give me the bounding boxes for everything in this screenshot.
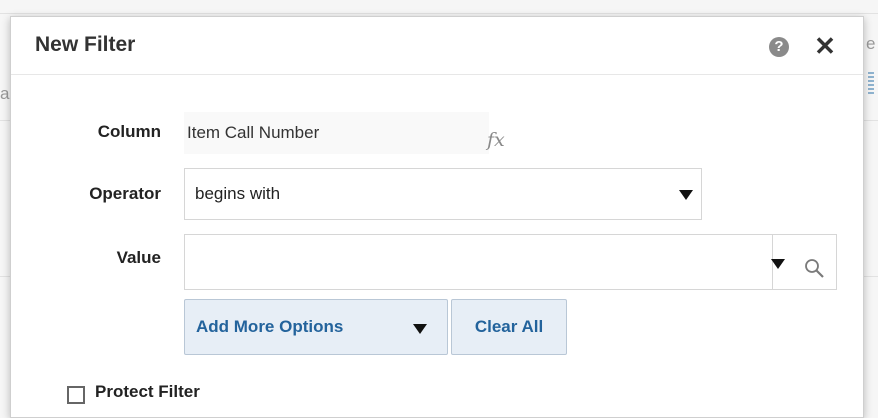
resize-handle[interactable] <box>868 72 874 94</box>
fx-icon[interactable]: fx <box>487 129 505 151</box>
column-value: Item Call Number <box>184 112 489 154</box>
dialog-title: New Filter <box>35 33 136 56</box>
operator-selected-value: begins with <box>195 184 281 203</box>
background-divider <box>0 13 878 14</box>
operator-label: Operator <box>89 184 161 203</box>
close-icon[interactable]: ✕ <box>811 31 839 61</box>
help-icon[interactable]: ? <box>769 37 789 57</box>
value-input[interactable] <box>184 234 773 290</box>
column-label: Column <box>97 122 161 141</box>
add-more-options-label: Add More Options <box>196 317 344 336</box>
clear-all-button[interactable]: Clear All <box>451 299 567 355</box>
dialog-titlebar: New Filter ? ✕ <box>11 17 863 75</box>
chevron-down-icon <box>679 190 693 200</box>
chevron-down-icon <box>771 259 785 269</box>
add-more-options-button[interactable]: Add More Options <box>184 299 448 355</box>
protect-filter-label: Protect Filter <box>95 382 200 401</box>
chevron-down-icon <box>413 324 427 334</box>
protect-filter-checkbox[interactable] <box>67 386 85 404</box>
search-icon[interactable] <box>803 257 827 281</box>
background-text-fragment: e <box>866 34 876 53</box>
new-filter-dialog: New Filter ? ✕ Column Item Call Number f… <box>10 16 864 418</box>
value-label: Value <box>116 248 161 267</box>
operator-select[interactable]: begins with <box>184 168 702 220</box>
